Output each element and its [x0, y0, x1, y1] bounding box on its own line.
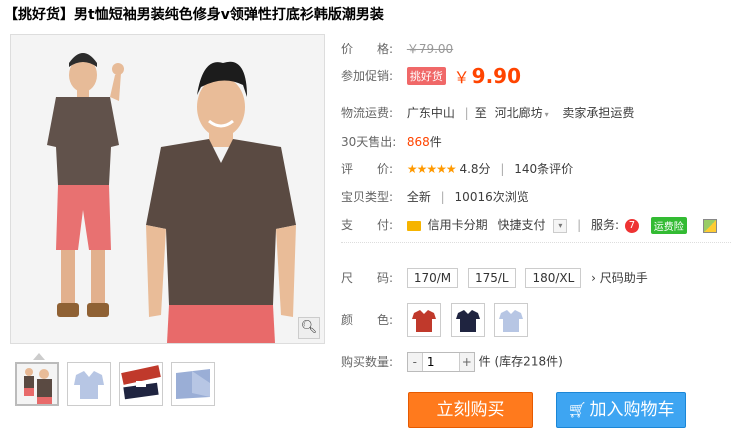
- size-row: 尺 码: 170/M 175/L 180/XL › 尺码助手: [341, 268, 648, 288]
- size-option[interactable]: 175/L: [467, 268, 516, 288]
- rating-score: 4.8分: [459, 162, 491, 176]
- sales-label: 30天售出:: [341, 135, 397, 149]
- size-option[interactable]: 170/M: [406, 268, 459, 288]
- product-title: 【挑好货】男t恤短袖男装纯色修身v领弹性打底衫韩版潮男装: [4, 7, 384, 23]
- original-price: ￥79.00: [406, 42, 454, 56]
- promo-label: 参加促销:: [341, 68, 394, 83]
- quantity-increase-button[interactable]: +: [459, 353, 474, 371]
- rating-label: 评 价:: [341, 162, 394, 176]
- chevron-down-icon: ▾: [544, 110, 549, 119]
- product-type-label: 宝贝类型:: [341, 190, 394, 204]
- size-label: 尺 码:: [341, 271, 394, 285]
- ship-to-word: 至: [474, 106, 487, 120]
- guarantee-icon: [702, 218, 717, 233]
- credit-installment[interactable]: 信用卡分期: [428, 218, 488, 232]
- cart-icon: 🛒︎: [567, 401, 587, 419]
- product-type-row: 宝贝类型: 全新 | 10016次浏览: [341, 190, 529, 204]
- price-row: 价 格: ￥79.00: [341, 40, 453, 57]
- quantity-decrease-button[interactable]: -: [407, 353, 422, 371]
- stock-count: (库存218件): [494, 354, 563, 369]
- service-label: 服务:: [591, 218, 620, 232]
- ship-to-select[interactable]: 河北廊坊 ▾: [495, 106, 549, 120]
- add-to-cart-button[interactable]: 🛒︎ 加入购物车: [556, 392, 686, 428]
- color-swatch-light-blue[interactable]: [494, 303, 529, 337]
- price-label: 价 格:: [341, 42, 394, 56]
- payment-label: 支 付:: [341, 218, 394, 232]
- sales-row: 30天售出: 868件: [341, 133, 442, 150]
- rating-stars: ★★★★★: [406, 162, 457, 176]
- review-count-link[interactable]: 140条评价: [514, 162, 573, 176]
- product-photo: [11, 35, 324, 343]
- color-label: 颜 色:: [341, 312, 394, 327]
- size-option[interactable]: 180/XL: [525, 268, 582, 288]
- thumbnail-2[interactable]: [67, 362, 111, 406]
- freight-insurance-badge: 运费险: [650, 217, 687, 234]
- shipping-label: 物流运费:: [341, 106, 394, 120]
- color-row: 颜 色:: [341, 303, 534, 337]
- rating-row: 评 价: ★★★★★ 4.8分 | 140条评价: [341, 162, 574, 176]
- thumbnail-1[interactable]: [15, 362, 59, 406]
- promo-row: 参加促销: 挑好货 ￥ 9.90: [341, 64, 521, 88]
- ship-from: 广东中山: [406, 106, 455, 120]
- color-swatch-navy[interactable]: [450, 303, 485, 337]
- size-helper-link[interactable]: › 尺码助手: [591, 271, 648, 285]
- thumbnail-strip: [15, 362, 215, 406]
- section-divider: [341, 242, 731, 243]
- sales-count: 868: [406, 135, 430, 149]
- main-product-image[interactable]: 🔍︎: [10, 34, 325, 344]
- current-price: ￥ 9.90: [453, 64, 522, 88]
- payment-row: 支 付: 信用卡分期 快捷支付 ▾ | 服务: 7 运费险: [341, 216, 717, 234]
- credit-card-icon: [406, 220, 421, 231]
- add-to-cart-label: 加入购物车: [589, 400, 675, 420]
- thumbnail-3[interactable]: [119, 362, 163, 406]
- color-swatch-red[interactable]: [406, 303, 441, 337]
- quantity-unit: 件: [478, 354, 491, 369]
- payment-dropdown-icon[interactable]: ▾: [553, 218, 568, 233]
- quantity-input[interactable]: [421, 353, 460, 371]
- shipping-fee: 卖家承担运费: [562, 106, 635, 120]
- promo-tag: 挑好货: [406, 67, 446, 85]
- sales-unit: 件: [429, 135, 442, 149]
- buy-now-button[interactable]: 立刻购买: [408, 392, 533, 428]
- quantity-stepper: -+: [406, 352, 475, 372]
- shipping-row: 物流运费: 广东中山 | 至 河北廊坊 ▾ 卖家承担运费: [341, 106, 635, 120]
- thumbnail-pointer: [33, 353, 45, 360]
- quick-pay[interactable]: 快捷支付: [498, 218, 546, 232]
- seven-day-return-icon: 7: [624, 218, 639, 233]
- thumbnail-4[interactable]: [171, 362, 215, 406]
- quantity-row: 购买数量: -+ 件 (库存218件): [341, 352, 563, 372]
- product-condition: 全新: [406, 190, 431, 204]
- view-count: 10016次浏览: [454, 190, 529, 204]
- zoom-icon[interactable]: 🔍︎: [298, 317, 320, 339]
- quantity-label: 购买数量:: [341, 354, 394, 369]
